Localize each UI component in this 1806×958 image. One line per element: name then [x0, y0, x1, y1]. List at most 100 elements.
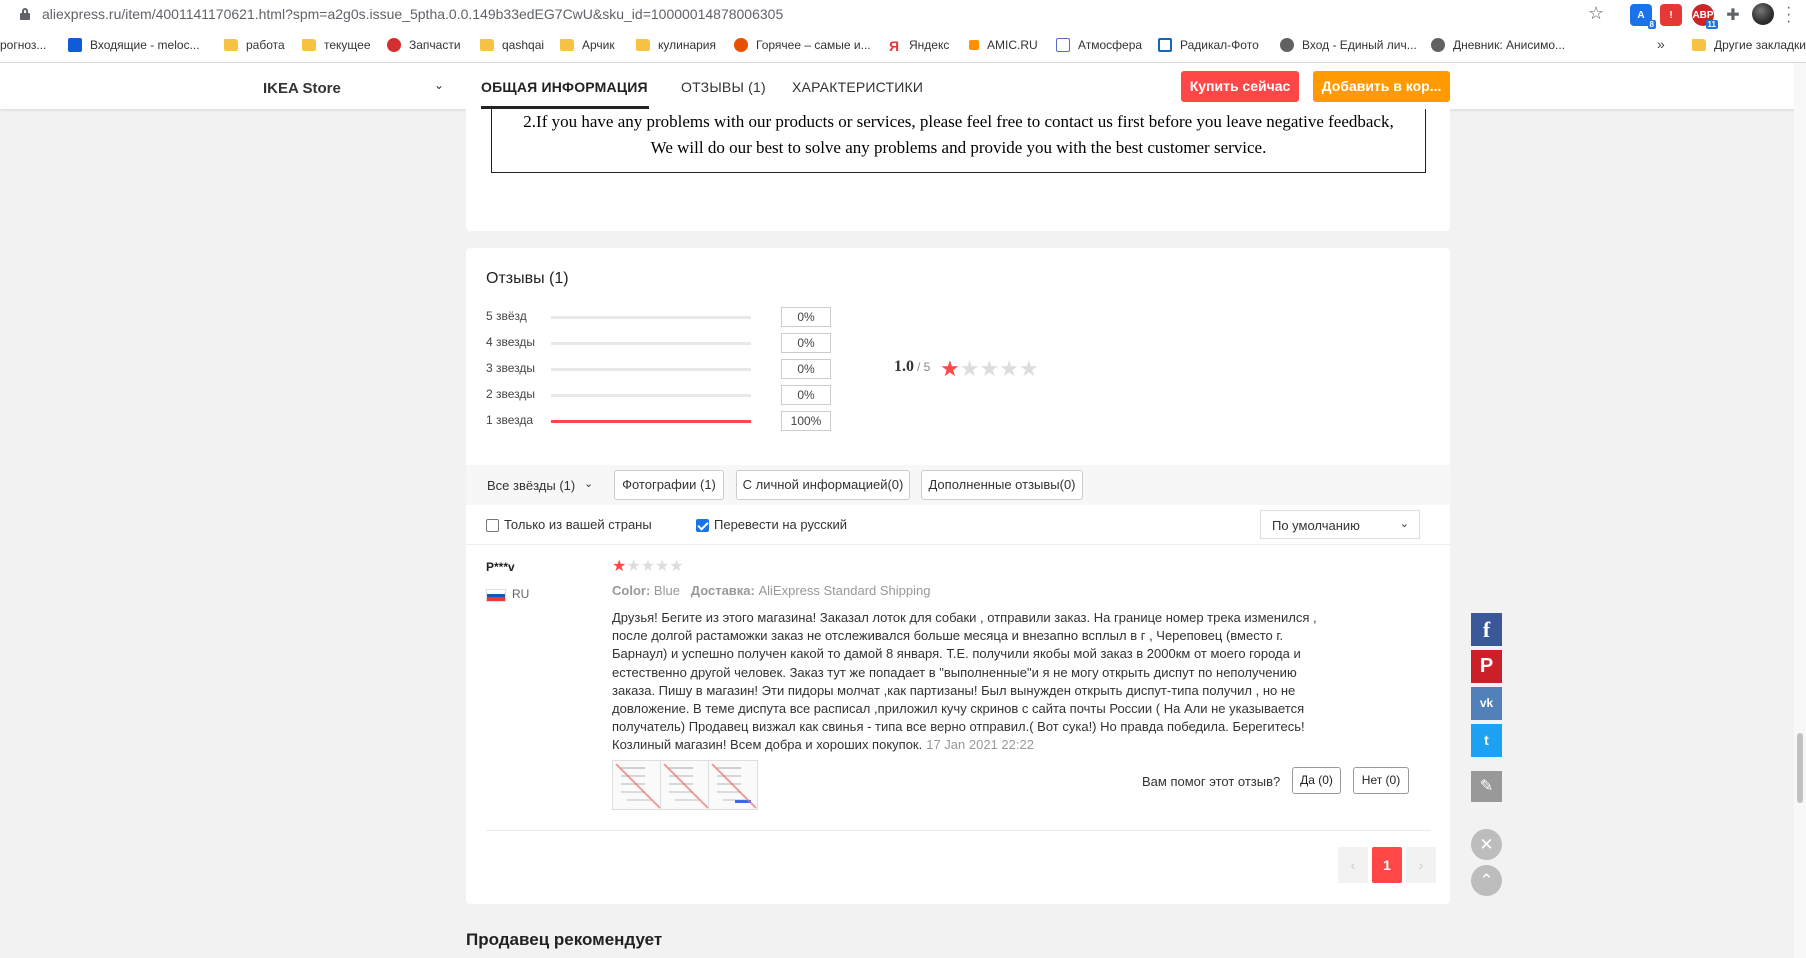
review-stars: ★★★★★ [612, 556, 684, 576]
store-name[interactable]: IKEA Store [263, 80, 341, 97]
rating-label: 5 звёзд [486, 309, 527, 323]
pagination-next[interactable]: › [1406, 847, 1436, 883]
bookmark-item[interactable]: AMIC.RU [969, 38, 1038, 52]
edit-pencil-icon[interactable]: ✎ [1471, 771, 1502, 802]
review-photo-thumbnail[interactable] [660, 760, 710, 810]
bookmark-item[interactable]: Вход - Единый лич... [1280, 38, 1417, 52]
globe-icon [1431, 38, 1445, 52]
address-bar[interactable]: aliexpress.ru/item/4001141170621.html?sp… [0, 0, 1806, 30]
bookmark-item[interactable]: Другие закладки [1692, 38, 1806, 52]
bookmarks-bar: рогноз... Входящие - meloc... работа тек… [0, 29, 1806, 63]
scrollbar-track[interactable] [1794, 63, 1806, 958]
rating-distribution-row[interactable]: 3 звезды 0% [486, 357, 831, 383]
extension-b-icon[interactable]: ! [1660, 4, 1682, 26]
adblock-extension-icon[interactable]: ABP 11 [1692, 4, 1718, 29]
pinterest-share-icon[interactable]: P [1471, 650, 1502, 683]
lock-icon[interactable] [20, 8, 30, 20]
bookmark-item[interactable]: Я Яндекс [889, 38, 949, 54]
bookmark-label: текущее [324, 38, 371, 52]
tab-specifications[interactable]: ХАРАКТЕРИСТИКИ [792, 79, 923, 95]
filter-additional-reviews-button[interactable]: Дополненные отзывы(0) [921, 470, 1083, 500]
rating-distribution-row[interactable]: 2 звезды 0% [486, 383, 831, 409]
translate-label[interactable]: Перевести на русский [714, 517, 847, 532]
browser-menu-icon[interactable]: · · · [1786, 0, 1791, 30]
rating-distribution-row[interactable]: 5 звёзд 0% [486, 305, 831, 331]
bookmark-item[interactable]: Атмосфера [1056, 38, 1142, 52]
url-text[interactable]: aliexpress.ru/item/4001141170621.html?sp… [42, 6, 783, 22]
bookmark-label: Входящие - meloc... [90, 38, 200, 52]
bookmark-label: Дневник: Анисимо... [1453, 38, 1566, 52]
facebook-share-icon[interactable]: f [1471, 613, 1502, 646]
russia-flag-icon [486, 589, 506, 602]
bookmark-item[interactable]: Горячее – самые и... [734, 38, 871, 52]
star-filled-icon: ★ [612, 558, 627, 575]
review-date: 17 Jan 2021 22:22 [926, 737, 1034, 753]
product-tab-bar: IKEA Store ⌄ ОБЩАЯ ИНФОРМАЦИЯ ОТЗЫВЫ (1)… [0, 63, 1806, 109]
pagination-prev[interactable]: ‹ [1338, 847, 1368, 883]
star-empty-icon: ★ [669, 558, 684, 575]
site-icon [1056, 38, 1070, 52]
bookmark-item[interactable]: Запчасти [387, 38, 461, 52]
pagination-page[interactable]: 1 [1372, 847, 1402, 883]
star-empty-icon: ★ [999, 356, 1019, 381]
amic-icon [969, 40, 979, 50]
sort-select[interactable]: По умолчанию ⌄ [1260, 510, 1420, 539]
bookmark-label: Вход - Единый лич... [1302, 38, 1417, 52]
bookmark-item[interactable]: Радикал-Фото [1158, 38, 1259, 52]
chevron-down-icon[interactable]: ⌄ [434, 78, 444, 92]
folder-icon [560, 39, 574, 51]
bookmark-item[interactable]: qashqai [480, 38, 544, 52]
review-text: Друзья! Бегите из этого магазина! Заказа… [612, 609, 1330, 755]
helpful-yes-button[interactable]: Да (0) [1292, 767, 1341, 794]
scrollbar-thumb[interactable] [1797, 733, 1803, 803]
vk-share-icon[interactable]: vk [1471, 687, 1502, 720]
only-my-country-checkbox[interactable] [486, 519, 499, 532]
helpful-no-button[interactable]: Нет (0) [1353, 767, 1409, 794]
star-empty-icon: ★ [655, 558, 670, 575]
rating-percent: 100% [781, 411, 831, 431]
review-photo-thumbnail[interactable] [612, 760, 662, 810]
twitter-share-icon[interactable]: t [1471, 724, 1502, 757]
folder-icon [636, 39, 650, 51]
rating-distribution-row[interactable]: 1 звезда 100% [486, 409, 831, 435]
notice-line: We will do our best to solve any problem… [650, 138, 1267, 157]
bookmark-item[interactable]: рогноз... [0, 38, 46, 52]
bookmark-item[interactable]: Дневник: Анисимо... [1431, 38, 1565, 52]
add-to-cart-button[interactable]: Добавить в кор... [1313, 71, 1450, 102]
all-stars-dropdown[interactable]: Все звёзды (1) [487, 478, 575, 493]
buy-now-button[interactable]: Купить сейчас [1181, 71, 1299, 102]
chevron-down-icon[interactable]: ⌄ [584, 477, 593, 490]
translate-checkbox[interactable] [696, 519, 709, 532]
close-icon[interactable]: ✕ [1471, 829, 1502, 860]
rating-distribution-row[interactable]: 4 звезды 0% [486, 331, 831, 357]
tab-reviews[interactable]: ОТЗЫВЫ (1) [681, 79, 766, 95]
bookmark-item[interactable]: текущее [302, 38, 371, 52]
star-empty-icon: ★ [1018, 356, 1039, 381]
bookmark-item[interactable]: Арчик [560, 38, 615, 52]
chevron-down-icon: ⌄ [1399, 518, 1409, 530]
star-empty-icon: ★ [626, 558, 641, 575]
profile-avatar[interactable] [1752, 3, 1774, 25]
review-photo-thumbnail[interactable] [708, 760, 758, 810]
bookmark-label: Горячее – самые и... [756, 38, 871, 52]
only-my-country-label[interactable]: Только из вашей страны [504, 517, 652, 532]
bookmark-item[interactable]: кулинария [636, 38, 716, 52]
tab-overview[interactable]: ОБЩАЯ ИНФОРМАЦИЯ [481, 79, 648, 95]
extension-a-icon[interactable]: A8 [1630, 4, 1656, 29]
bookmark-label: рогноз... [0, 38, 47, 52]
filter-photos-button[interactable]: Фотографии (1) [614, 470, 724, 500]
color-label: Color: [612, 583, 651, 598]
bookmark-item[interactable]: работа [224, 38, 285, 52]
filter-personal-info-button[interactable]: С личной информацией(0) [736, 470, 910, 500]
average-value: 1.0 [894, 358, 914, 375]
bookmarks-overflow-icon[interactable]: » [1657, 36, 1665, 52]
extensions-puzzle-icon[interactable]: ✚ [1722, 4, 1744, 26]
notice-line: 2.If you have any problems with our prod… [523, 112, 1394, 131]
bookmark-label: работа [246, 38, 285, 52]
folder-icon [1692, 39, 1706, 51]
rating-percent: 0% [781, 333, 831, 353]
bookmark-item[interactable]: Входящие - meloc... [68, 38, 200, 52]
rating-label: 3 звезды [486, 361, 536, 375]
bookmark-star-icon[interactable]: ☆ [1588, 3, 1604, 24]
scroll-to-top-icon[interactable]: ⌃ [1471, 865, 1502, 896]
